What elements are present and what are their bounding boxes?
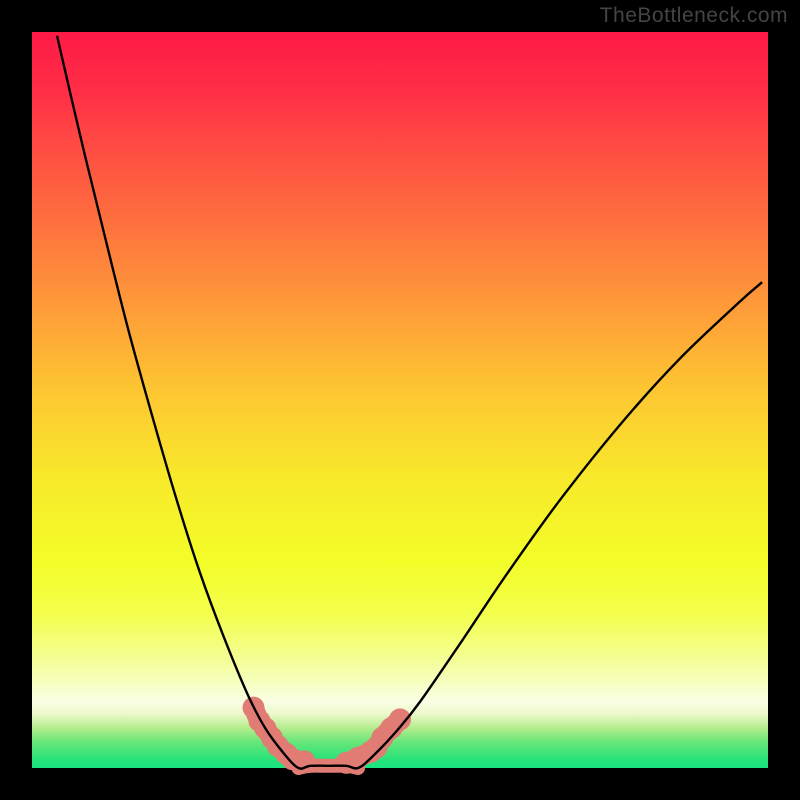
chart-svg — [0, 0, 800, 800]
chart-container: TheBottleneck.com — [0, 0, 800, 800]
source-credit: TheBottleneck.com — [600, 4, 788, 28]
plot-background — [32, 32, 768, 768]
